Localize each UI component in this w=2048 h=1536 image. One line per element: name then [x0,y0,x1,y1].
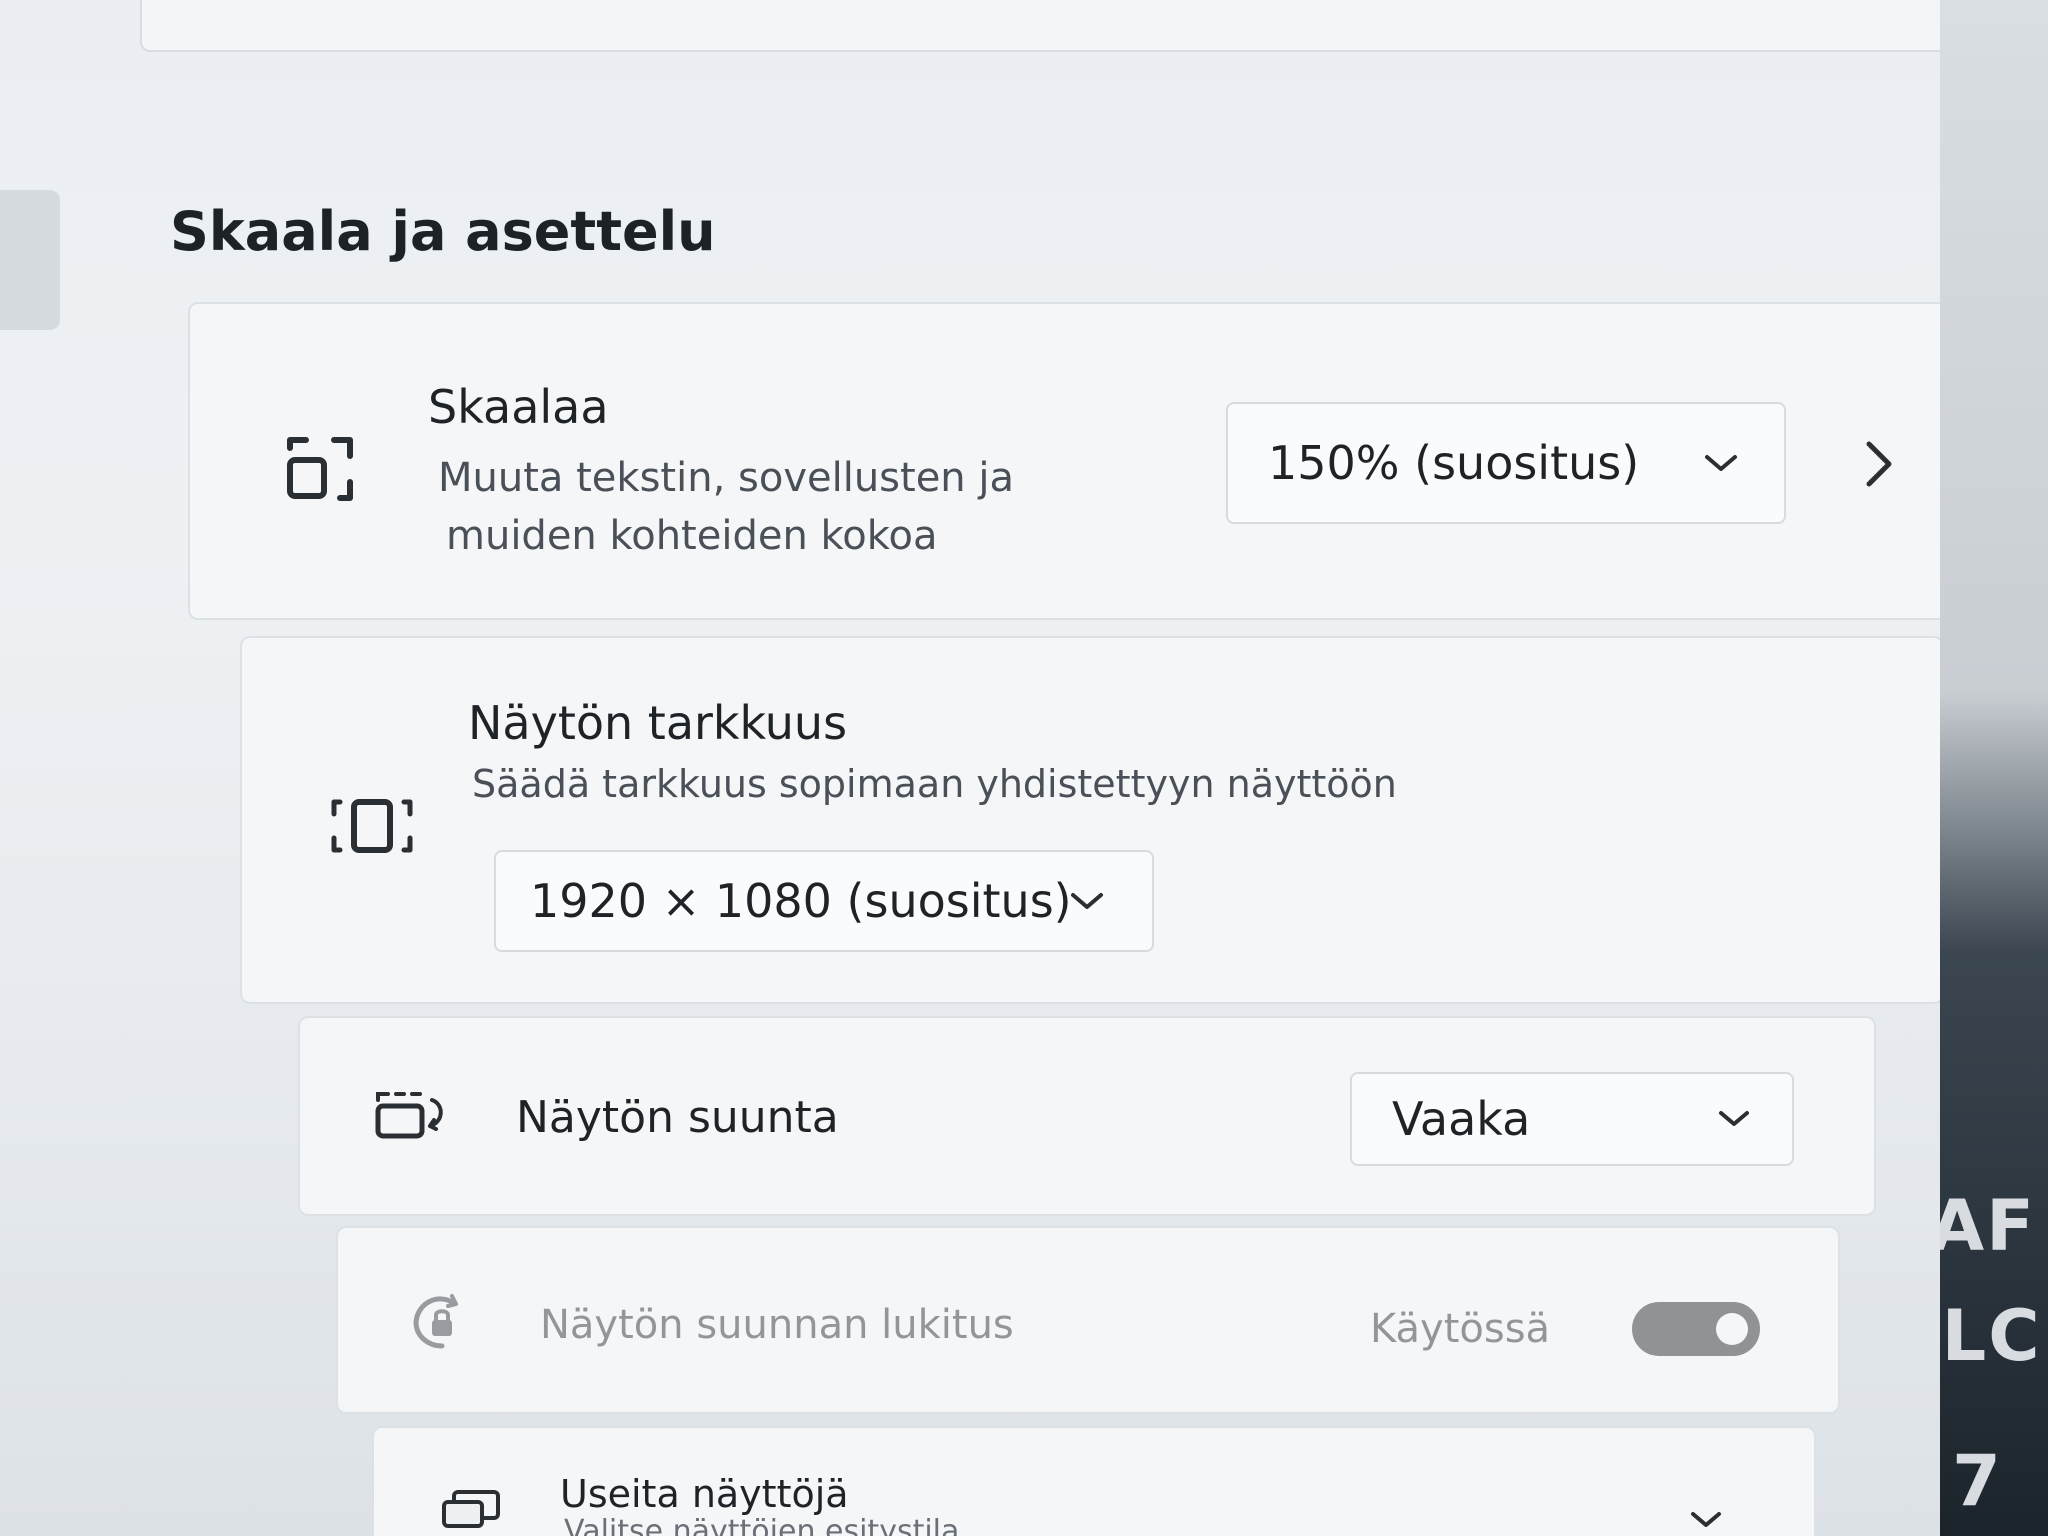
scale-description-line2: muiden kohteiden kokoa [446,513,938,559]
orientation-icon [375,1092,443,1139]
background-text-1: AF [1930,1185,2036,1267]
chevron-down-icon [1705,455,1737,471]
chevron-down-icon[interactable] [1690,1510,1722,1530]
rotation-lock-state: Käytössä [1370,1306,1551,1352]
scale-icon [287,437,353,501]
orientation-dropdown[interactable]: Vaaka [1350,1072,1794,1166]
settings-window: Skaala ja asettelu Skaalaa Muuta tekstin… [0,0,1940,1536]
multiple-displays-label: Useita näyttöjä [560,1472,849,1516]
resolution-description: Säädä tarkkuus sopimaan yhdistettyyn näy… [472,762,1397,806]
multiple-displays-description: Valitse näyttöjen esitystila [564,1514,960,1536]
scale-dropdown-value: 150% (suositus) [1268,436,1640,490]
chevron-down-icon [1719,1111,1749,1126]
section-title: Skaala ja asettelu [170,200,716,263]
rotation-lock-label: Näytön suunnan lukitus [540,1302,1014,1348]
sidebar-selection[interactable] [0,190,60,330]
previous-setting-card[interactable] [140,0,1940,52]
resolution-icon [331,799,413,853]
chevron-right-icon[interactable] [1864,440,1894,488]
toggle-knob [1716,1313,1748,1345]
scale-description-line1: Muuta tekstin, sovellusten ja [438,455,1014,501]
resolution-label: Näytön tarkkuus [468,696,848,750]
scale-label: Skaalaa [428,380,609,434]
resolution-dropdown[interactable]: 1920 × 1080 (suositus) [494,850,1154,952]
scale-dropdown[interactable]: 150% (suositus) [1226,402,1786,524]
multiple-displays-icon [442,1490,500,1528]
rotation-lock-toggle[interactable] [1632,1302,1760,1356]
resolution-dropdown-value: 1920 × 1080 (suositus) [530,874,1072,928]
chevron-down-icon [1071,893,1103,909]
orientation-label: Näytön suunta [516,1092,839,1143]
rotation-lock-icon [413,1294,458,1349]
orientation-dropdown-value: Vaaka [1392,1092,1531,1146]
